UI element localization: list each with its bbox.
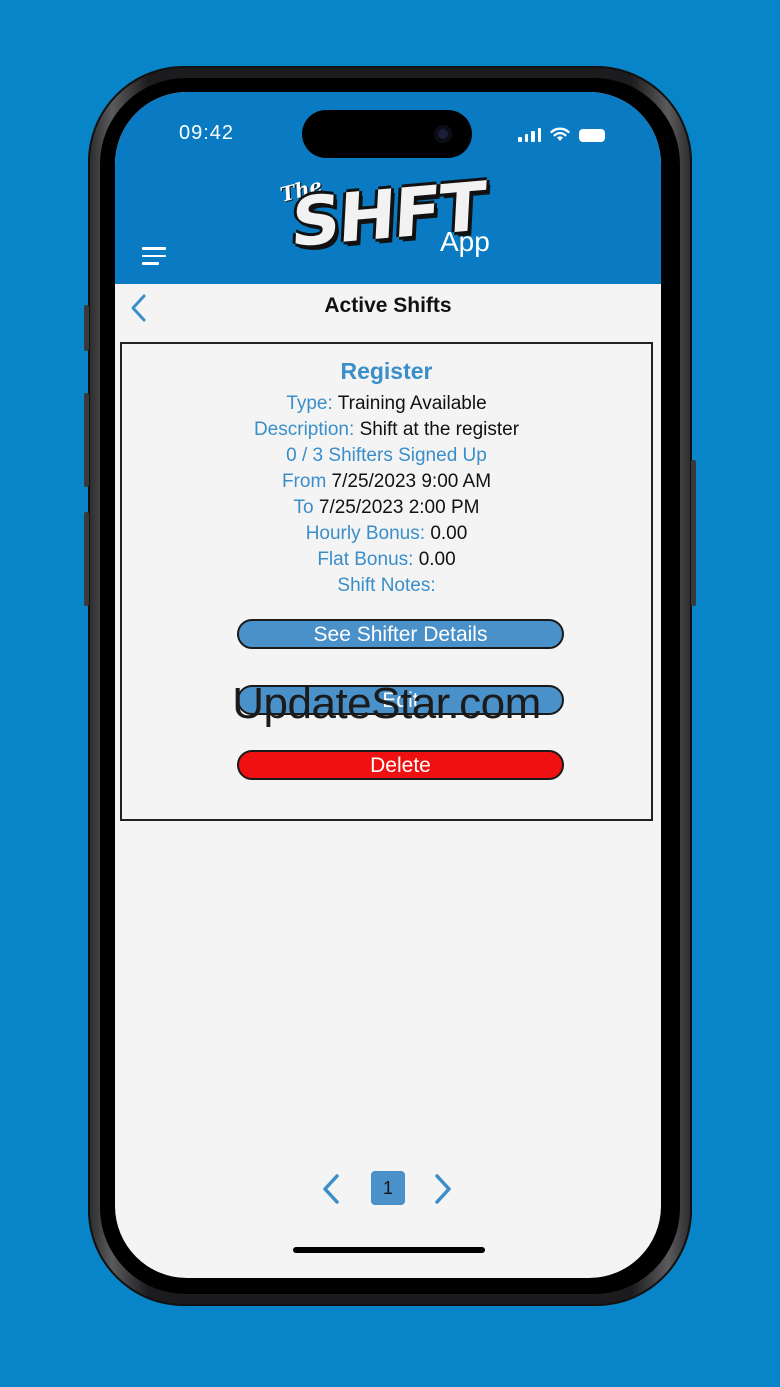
pagination: 1 <box>115 1168 661 1208</box>
chevron-right-icon[interactable] <box>431 1172 455 1206</box>
phone-side-button <box>691 460 696 606</box>
phone-side-button <box>84 393 89 487</box>
signal-icon <box>518 128 541 142</box>
shift-details: Type: Training Available Description: Sh… <box>122 391 651 599</box>
dynamic-island <box>302 110 472 158</box>
page-number-button[interactable]: 1 <box>371 1171 405 1205</box>
phone-side-button <box>84 512 89 606</box>
delete-button[interactable]: Delete <box>237 750 564 780</box>
nav-bar: Active Shifts <box>115 284 661 332</box>
phone-side-button <box>84 305 89 351</box>
shift-type-row: Type: Training Available <box>122 391 651 417</box>
edit-button[interactable]: Edit <box>237 685 564 715</box>
description-label: Description: <box>253 419 355 440</box>
shift-from-row: From 7/25/2023 9:00 AM <box>122 469 651 495</box>
signup-count: 0 / 3 Shifters Signed Up <box>286 445 487 466</box>
status-time: 09:42 <box>179 122 235 144</box>
hourly-bonus-value: 0.00 <box>430 523 468 544</box>
status-icons <box>518 126 605 142</box>
page-title: Active Shifts <box>324 294 452 317</box>
battery-icon <box>579 129 605 142</box>
hourly-bonus-label: Hourly Bonus: <box>305 523 426 544</box>
type-value: Training Available <box>337 393 487 414</box>
shift-to-row: To 7/25/2023 2:00 PM <box>122 495 651 521</box>
wifi-icon <box>550 127 570 141</box>
hourly-bonus-row: Hourly Bonus: 0.00 <box>122 521 651 547</box>
camera-icon <box>434 125 452 143</box>
shift-description-row: Description: Shift at the register <box>122 417 651 443</box>
from-value: 7/25/2023 9:00 AM <box>331 471 492 492</box>
flat-bonus-label: Flat Bonus: <box>317 549 414 570</box>
logo-app-text: App <box>440 226 490 257</box>
chevron-left-icon[interactable] <box>319 1172 343 1206</box>
app-screen: 09:42 The SHFT App Active Shifts Registe… <box>115 92 661 1278</box>
shift-card: Register Type: Training Available Descri… <box>120 342 653 821</box>
see-shifter-details-button[interactable]: See Shifter Details <box>237 619 564 649</box>
shft-app-logo: The SHFT App <box>278 166 520 276</box>
flat-bonus-value: 0.00 <box>418 549 456 570</box>
description-value: Shift at the register <box>359 419 520 440</box>
to-value: 7/25/2023 2:00 PM <box>318 497 480 518</box>
shift-title: Register <box>340 358 433 384</box>
to-label: To <box>293 497 314 518</box>
flat-bonus-row: Flat Bonus: 0.00 <box>122 547 651 573</box>
hamburger-icon[interactable] <box>142 247 166 270</box>
type-label: Type: <box>286 393 333 414</box>
from-label: From <box>281 471 327 492</box>
app-header: 09:42 The SHFT App <box>115 92 661 284</box>
home-indicator[interactable] <box>293 1247 485 1253</box>
shift-notes-label: Shift Notes: <box>337 575 436 596</box>
